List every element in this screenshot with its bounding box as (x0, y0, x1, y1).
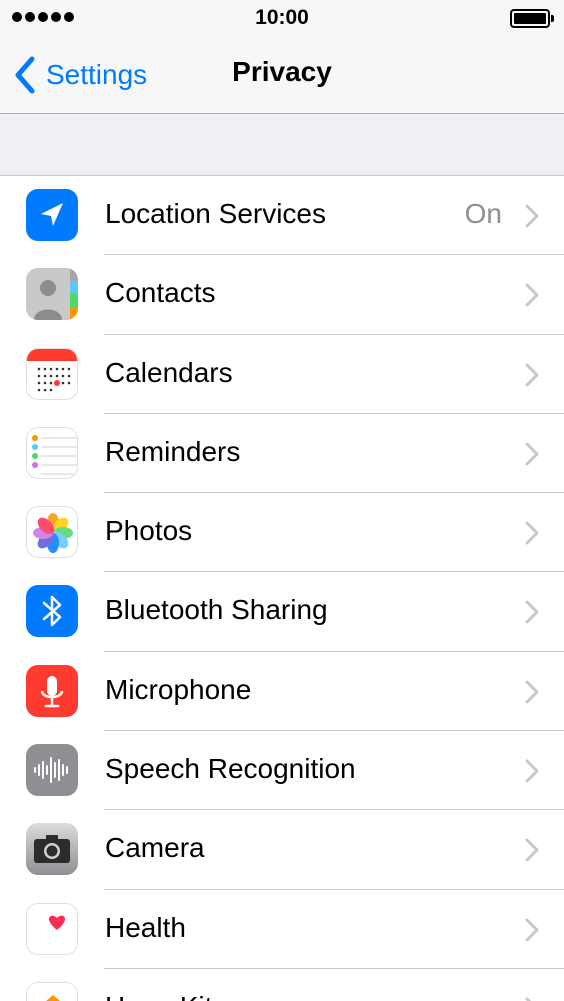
status-time: 10:00 (255, 6, 309, 29)
chevron-right-icon (525, 838, 539, 862)
location-arrow-icon (26, 189, 78, 241)
row-label: Microphone (105, 673, 252, 705)
bluetooth-icon (26, 585, 78, 638)
status-bar: 10:00 (0, 0, 564, 38)
navigation-bar: Settings Privacy (0, 38, 564, 114)
chevron-right-icon (525, 363, 539, 387)
microphone-icon (26, 664, 78, 717)
row-label: Camera (105, 832, 205, 864)
row-value: On (464, 198, 502, 229)
row-camera[interactable]: Camera (0, 810, 564, 890)
row-location-services[interactable]: Location Services On (0, 176, 564, 256)
page-title: Privacy (232, 56, 332, 87)
row-health[interactable]: Health (0, 890, 564, 969)
privacy-list: Location Services On Contacts Calendars … (0, 175, 564, 1001)
chevron-right-icon (525, 680, 539, 704)
health-heart-icon (26, 902, 78, 955)
row-label: Calendars (105, 356, 233, 388)
row-microphone[interactable]: Microphone (0, 652, 564, 732)
calendar-icon (26, 347, 78, 400)
chevron-right-icon (525, 283, 539, 307)
row-calendars[interactable]: Calendars (0, 335, 564, 414)
row-label: HomeKit (105, 991, 212, 1001)
reminders-icon (26, 426, 78, 479)
photos-icon (26, 506, 78, 559)
row-photos[interactable]: Photos (0, 493, 564, 573)
row-contacts[interactable]: Contacts (0, 255, 564, 335)
row-label: Speech Recognition (105, 753, 356, 785)
row-label: Location Services (105, 198, 327, 229)
row-reminders[interactable]: Reminders (0, 414, 564, 494)
camera-icon (26, 823, 78, 876)
row-label: Bluetooth Sharing (105, 594, 328, 626)
row-homekit[interactable]: HomeKit (0, 969, 564, 1001)
chevron-right-icon (525, 918, 539, 942)
contacts-icon (26, 268, 78, 321)
homekit-icon (26, 981, 78, 1001)
chevron-right-icon (525, 600, 539, 624)
chevron-right-icon (525, 442, 539, 466)
chevron-right-icon (525, 204, 539, 228)
row-label: Contacts (105, 277, 216, 309)
row-speech-recognition[interactable]: Speech Recognition (0, 731, 564, 811)
chevron-right-icon (525, 521, 539, 545)
speech-waveform-icon (26, 744, 78, 797)
chevron-right-icon (525, 759, 539, 783)
battery-icon (510, 9, 554, 28)
row-label: Reminders (105, 435, 241, 467)
privacy-screen: 10:00 Settings Privacy Location Services… (0, 0, 564, 1001)
row-label: Photos (105, 515, 193, 547)
row-bluetooth-sharing[interactable]: Bluetooth Sharing (0, 572, 564, 652)
chevron-right-icon (525, 997, 532, 1001)
row-label: Health (105, 911, 186, 943)
